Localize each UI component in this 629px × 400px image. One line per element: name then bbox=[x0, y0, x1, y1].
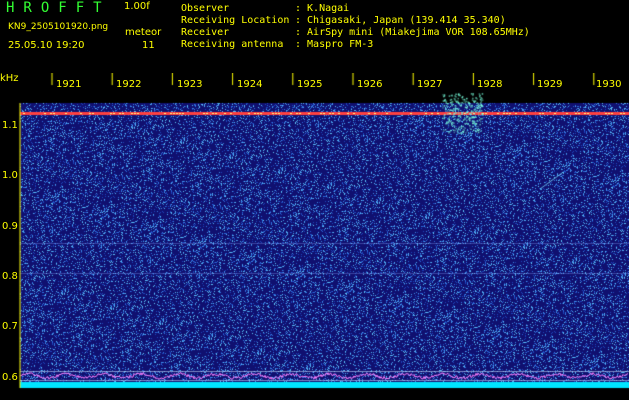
info-row-antenna: Receiving antenna : Maspro FM-3 bbox=[181, 39, 373, 50]
x-tick-label: 1930 bbox=[596, 79, 622, 90]
y-tick-label: 1.0 bbox=[2, 170, 18, 181]
meteor-label: meteor bbox=[125, 27, 162, 38]
info-value: : AirSpy mini (Miakejima VOR 108.65MHz) bbox=[295, 27, 530, 38]
x-tick-label: 1928 bbox=[477, 79, 503, 90]
info-key: Receiver bbox=[181, 27, 230, 38]
x-tick-label: 1924 bbox=[237, 79, 263, 90]
info-key: Observer bbox=[181, 3, 230, 14]
x-tick-label: 1927 bbox=[417, 79, 443, 90]
y-tick-label: 0.6 bbox=[2, 372, 18, 383]
x-tick-label: 1923 bbox=[177, 79, 203, 90]
info-row-location: Receiving Location : Chigasaki, Japan (13… bbox=[181, 15, 506, 26]
info-value: : K.Nagai bbox=[295, 3, 350, 14]
info-value: : Maspro FM-3 bbox=[295, 39, 374, 50]
x-tick-label: 1921 bbox=[56, 79, 82, 90]
app-title: HROFFT bbox=[6, 0, 111, 16]
x-tick-label: 1922 bbox=[116, 79, 142, 90]
y-tick-label: 1.1 bbox=[2, 120, 18, 131]
info-row-receiver: Receiver : AirSpy mini (Miakejima VOR 108… bbox=[181, 27, 530, 38]
meteor-count: 11 bbox=[142, 40, 155, 51]
x-tick-label: 1925 bbox=[297, 79, 323, 90]
x-tick-label: 1929 bbox=[537, 79, 563, 90]
filename-label: KN9_2505101920.png bbox=[8, 22, 109, 32]
y-tick-label: 0.8 bbox=[2, 271, 18, 282]
info-value: : Chigasaki, Japan (139.414 35.340) bbox=[295, 15, 506, 26]
y-axis-unit: kHz bbox=[0, 73, 19, 84]
x-tick-label: 1926 bbox=[357, 79, 383, 90]
version-label: 1.00f bbox=[124, 1, 150, 12]
spectrogram-canvas bbox=[0, 73, 629, 400]
info-key: Receiving antenna bbox=[181, 39, 284, 50]
datetime-label: 25.05.10 19:20 bbox=[8, 40, 85, 51]
hrofft-window: HROFFT 1.00f KN9_2505101920.png 25.05.10… bbox=[0, 0, 629, 400]
info-row-observer: Observer : K.Nagai bbox=[181, 3, 349, 14]
info-key: Receiving Location bbox=[181, 15, 290, 26]
y-tick-label: 0.9 bbox=[2, 221, 18, 232]
y-tick-label: 0.7 bbox=[2, 321, 18, 332]
